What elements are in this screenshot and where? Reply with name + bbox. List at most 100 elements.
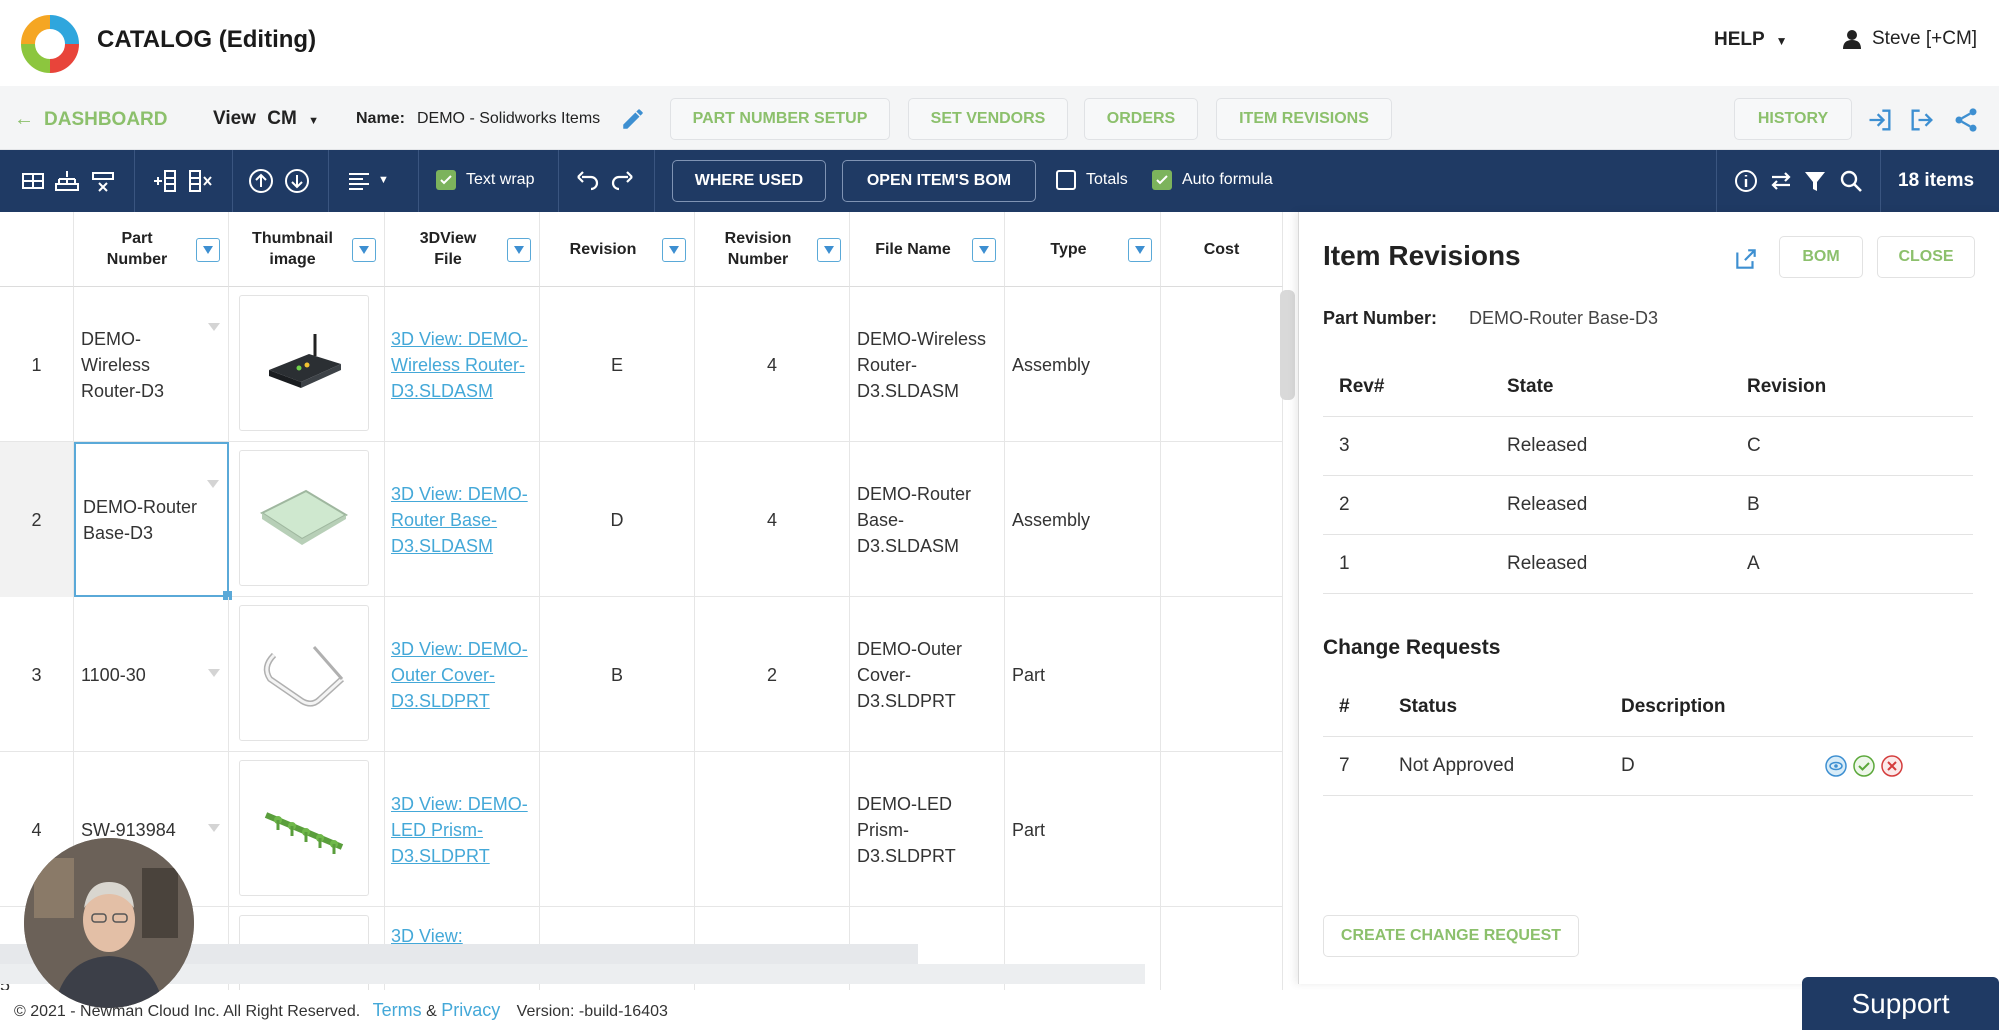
revision-cell[interactable]: B (540, 597, 695, 752)
3dview-file-cell[interactable]: 3D View: DEMO-LED Prism-D3.SLDPRT (385, 752, 540, 907)
cost-cell[interactable] (1161, 907, 1283, 990)
revision-cell[interactable]: E (540, 287, 695, 442)
column-header-cost[interactable]: Cost (1161, 212, 1283, 287)
thumbnail-image[interactable] (239, 450, 369, 586)
cost-cell[interactable] (1161, 287, 1283, 442)
file-name-cell[interactable]: DEMO-Outer Cover-D3.SLDPRT (850, 597, 1005, 752)
part-number-setup-button[interactable]: PART NUMBER SETUP (670, 98, 890, 140)
column-filter-icon[interactable] (196, 238, 220, 262)
thumbnail-image[interactable] (239, 605, 369, 741)
terms-link[interactable]: Terms (373, 1000, 422, 1020)
file-name-cell[interactable]: DEMO-Wireless Router-D3.SLDASM (850, 287, 1005, 442)
item-revisions-button[interactable]: ITEM REVISIONS (1216, 98, 1392, 140)
column-filter-icon[interactable] (817, 238, 841, 262)
column-filter-icon[interactable] (352, 238, 376, 262)
file-name-cell[interactable]: DEMO-Router Base-D3.SLDASM (850, 442, 1005, 597)
view-eye-icon[interactable] (1825, 755, 1847, 777)
type-cell[interactable]: Assembly (1005, 287, 1161, 442)
delete-row-icon[interactable] (88, 166, 118, 196)
3dview-link[interactable]: 3D View: DEMO-LED Prism-D3.SLDPRT (391, 791, 539, 869)
cost-cell[interactable] (1161, 442, 1283, 597)
orders-button[interactable]: ORDERS (1084, 98, 1198, 140)
table-row[interactable]: 4 SW-913984 3D View: DEMO-LED Prism-D3.S… (0, 752, 1283, 907)
part-number-cell[interactable]: DEMO-Wireless Router-D3 (74, 287, 229, 442)
part-number-cell[interactable]: 1100-30 (74, 597, 229, 752)
history-button[interactable]: HISTORY (1734, 98, 1852, 140)
thumbnail-cell[interactable] (229, 752, 385, 907)
share-icon[interactable] (1952, 106, 1980, 134)
3dview-link[interactable]: 3D View: DEMO-Wireless Router-D3.SLDASM (391, 326, 539, 404)
insert-column-icon[interactable] (150, 166, 180, 196)
dropdown-icon[interactable] (207, 480, 219, 488)
dropdown-icon[interactable] (208, 669, 220, 677)
text-wrap-checkbox[interactable]: Text wrap (436, 170, 534, 190)
part-number-cell-selected[interactable]: DEMO-Router Base-D3 (74, 442, 232, 600)
where-used-button[interactable]: WHERE USED (672, 160, 826, 202)
pencil-icon[interactable] (620, 106, 646, 132)
dropdown-icon[interactable] (208, 824, 220, 832)
revision-number-cell[interactable] (695, 752, 850, 907)
table-row[interactable]: 1 DEMO-Wireless Router-D3 3D View: DEMO-… (0, 287, 1283, 442)
revision-number-cell[interactable]: 4 (695, 442, 850, 597)
type-cell[interactable]: Assembly (1005, 442, 1161, 597)
app-logo-icon[interactable] (18, 12, 82, 76)
privacy-link[interactable]: Privacy (441, 1000, 500, 1020)
type-cell[interactable]: Part (1005, 752, 1161, 907)
totals-checkbox[interactable]: Totals (1056, 170, 1128, 190)
align-left-icon[interactable] (344, 166, 374, 196)
change-request-row[interactable]: 7 Not Approved D (1323, 737, 1973, 796)
set-vendors-button[interactable]: SET VENDORS (908, 98, 1068, 140)
column-header-revision[interactable]: Revision (540, 212, 695, 287)
column-filter-icon[interactable] (662, 238, 686, 262)
reject-x-icon[interactable] (1881, 755, 1903, 777)
thumbnail-cell[interactable] (229, 597, 385, 752)
column-header-file-name[interactable]: File Name (850, 212, 1005, 287)
thumbnail-cell[interactable] (229, 442, 385, 597)
column-header-revision-number[interactable]: Revision Number (695, 212, 850, 287)
column-header-thumbnail[interactable]: Thumbnail image (229, 212, 385, 287)
support-button[interactable]: Support (1802, 977, 1999, 1030)
back-to-dashboard-link[interactable]: ← DASHBOARD (14, 108, 168, 131)
chevron-down-icon[interactable]: ▼ (378, 174, 389, 186)
column-filter-icon[interactable] (507, 238, 531, 262)
thumbnail-image[interactable] (239, 760, 369, 896)
3dview-file-cell[interactable]: 3D View: DEMO-Wireless Router-D3.SLDASM (385, 287, 540, 442)
vertical-scrollbar[interactable] (1280, 290, 1295, 400)
3dview-link[interactable]: 3D View: DEMO-Outer Cover-D3.SLDPRT (391, 636, 539, 714)
table-row[interactable]: 3 1100-30 3D View: DEMO-Outer Cover-D3.S… (0, 597, 1283, 752)
revision-row[interactable]: 1 Released A (1323, 535, 1973, 594)
swap-icon[interactable] (1766, 166, 1796, 196)
filter-icon[interactable] (1800, 166, 1830, 196)
cost-cell[interactable] (1161, 597, 1283, 752)
column-header-3dview-file[interactable]: 3DView File (385, 212, 540, 287)
undo-icon[interactable] (572, 166, 602, 196)
type-cell[interactable]: Part (1005, 597, 1161, 752)
redo-icon[interactable] (608, 166, 638, 196)
3dview-file-cell[interactable]: 3D View: DEMO-Outer Cover-D3.SLDPRT (385, 597, 540, 752)
view-select[interactable]: View CM ▼ (213, 108, 319, 130)
dropdown-icon[interactable] (208, 323, 220, 331)
table-row[interactable]: 2 DEMO-Router Base-D3 3D View: DEMO-Rout… (0, 442, 1283, 600)
open-items-bom-button[interactable]: OPEN ITEM'S BOM (842, 160, 1036, 202)
close-panel-button[interactable]: CLOSE (1877, 236, 1975, 278)
revision-number-cell[interactable]: 2 (695, 597, 850, 752)
move-up-icon[interactable] (246, 166, 276, 196)
create-change-request-button[interactable]: CREATE CHANGE REQUEST (1323, 915, 1579, 957)
user-menu[interactable]: Steve [+CM] (1842, 28, 1977, 50)
revision-number-cell[interactable]: 4 (695, 287, 850, 442)
revision-cell[interactable] (540, 752, 695, 907)
cost-cell[interactable] (1161, 752, 1283, 907)
column-header-type[interactable]: Type (1005, 212, 1161, 287)
revision-row[interactable]: 3 Released C (1323, 417, 1973, 476)
open-external-icon[interactable] (1733, 246, 1759, 272)
3dview-file-cell[interactable]: 3D View: DEMO-Router Base-D3.SLDASM (385, 442, 540, 597)
insert-row-icon[interactable] (18, 166, 48, 196)
approve-check-icon[interactable] (1853, 755, 1875, 777)
import-icon[interactable] (1866, 106, 1894, 134)
move-down-icon[interactable] (282, 166, 312, 196)
search-icon[interactable] (1836, 166, 1866, 196)
3dview-link[interactable]: 3D View: DEMO-Router Base-D3.SLDASM (391, 481, 539, 559)
help-menu[interactable]: HELP ▼ (1714, 29, 1788, 51)
column-filter-icon[interactable] (1128, 238, 1152, 262)
revision-row[interactable]: 2 Released B (1323, 476, 1973, 535)
